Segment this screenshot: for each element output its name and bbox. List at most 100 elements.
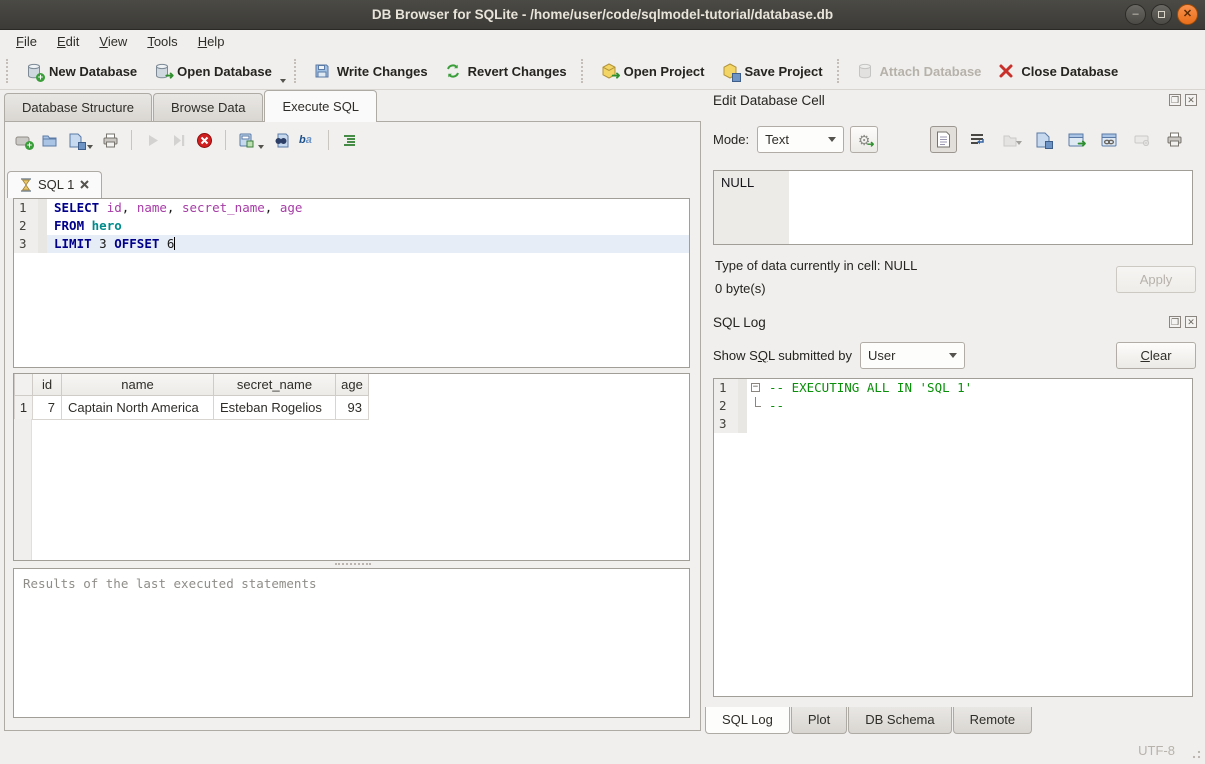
- results-message: Results of the last executed statements: [23, 576, 317, 591]
- revert-changes-button[interactable]: Revert Changes: [436, 58, 575, 84]
- apply-auto-button[interactable]: ⚙➜: [850, 126, 878, 153]
- sql-editor-tab[interactable]: SQL 1: [7, 171, 102, 198]
- save-project-icon: [721, 62, 739, 80]
- title-bar[interactable]: DB Browser for SQLite - /home/user/code/…: [0, 0, 1205, 30]
- text-cursor: [174, 237, 175, 250]
- toolbar-drag-handle[interactable]: [581, 59, 586, 83]
- minimize-button-icon[interactable]: –: [1125, 4, 1146, 25]
- column-header-id[interactable]: id: [33, 374, 62, 395]
- open-sql-file-icon[interactable]: [41, 132, 58, 149]
- link-button[interactable]: [1095, 126, 1122, 153]
- print-cell-icon: [1166, 131, 1183, 148]
- stop-icon[interactable]: [196, 132, 213, 149]
- toolbar-drag-handle[interactable]: [294, 59, 299, 83]
- cell-secret-name[interactable]: Esteban Rogelios: [214, 395, 336, 419]
- tab-database-structure[interactable]: Database Structure: [4, 93, 152, 122]
- editor-line-current: 3 LIMIT 3 OFFSET 6: [14, 235, 689, 253]
- menu-view[interactable]: View: [89, 31, 137, 52]
- dock-tab-sql-log[interactable]: SQL Log: [705, 707, 790, 734]
- filter-combobox[interactable]: User: [860, 342, 965, 369]
- table-row[interactable]: 1 7 Captain North America Esteban Rogeli…: [15, 395, 369, 419]
- dock-tab-db-schema[interactable]: DB Schema: [848, 707, 951, 734]
- grid-corner: [15, 374, 33, 395]
- open-external-button[interactable]: ➜: [1062, 126, 1089, 153]
- cell-value: NULL: [714, 171, 789, 244]
- save-project-label: Save Project: [745, 64, 823, 79]
- mode-combobox[interactable]: Text: [757, 126, 844, 153]
- tab-execute-sql[interactable]: Execute SQL: [264, 90, 377, 122]
- text-document-icon: [936, 131, 951, 148]
- log-line: 1 − -- EXECUTING ALL IN 'SQL 1': [714, 379, 1192, 397]
- print-cell-button[interactable]: [1161, 126, 1188, 153]
- splitter-handle[interactable]: [335, 563, 371, 567]
- dock-tab-remote[interactable]: Remote: [953, 707, 1033, 734]
- encoding-indicator[interactable]: UTF-8: [1138, 743, 1175, 758]
- close-tab-icon[interactable]: [80, 180, 89, 189]
- mode-value: Text: [765, 132, 789, 147]
- open-database-button[interactable]: ➜ Open Database: [145, 58, 280, 84]
- edit-cell-mode-row: Mode: Text ⚙➜: [713, 126, 878, 153]
- open-project-label: Open Project: [624, 64, 705, 79]
- dock-tab-plot[interactable]: Plot: [791, 707, 847, 734]
- menu-help[interactable]: Help: [188, 31, 235, 52]
- new-sql-tab-icon[interactable]: +: [15, 132, 32, 149]
- fold-marker-icon[interactable]: −: [751, 383, 760, 392]
- export-file-icon: [1036, 132, 1050, 148]
- column-header-name[interactable]: name: [62, 374, 214, 395]
- dock-float-icon[interactable]: ❐: [1169, 316, 1181, 328]
- results-message-pane[interactable]: Results of the last executed statements: [13, 568, 690, 718]
- print-sql-icon[interactable]: [102, 132, 119, 149]
- filter-label: Show SQL submitted by: [713, 348, 852, 363]
- close-database-button[interactable]: Close Database: [989, 58, 1126, 84]
- toolbar-separator: [328, 130, 329, 150]
- font-icon[interactable]: ba: [299, 132, 316, 149]
- cell-value-editor[interactable]: NULL: [713, 170, 1193, 245]
- new-database-label: New Database: [49, 64, 137, 79]
- toolbar-separator: [225, 130, 226, 150]
- menu-file[interactable]: File: [6, 31, 47, 52]
- find-icon[interactable]: [273, 132, 290, 149]
- cell-age[interactable]: 93: [336, 395, 369, 419]
- attach-database-icon: [856, 62, 874, 80]
- save-sql-file-icon[interactable]: [67, 132, 84, 149]
- close-button-icon[interactable]: ✕: [1177, 4, 1198, 25]
- save-results-icon[interactable]: [238, 132, 255, 149]
- dock-float-icon[interactable]: ❐: [1169, 94, 1181, 106]
- cell-id[interactable]: 7: [33, 395, 62, 419]
- dock-close-icon[interactable]: ✕: [1185, 316, 1197, 328]
- sql-code-editor[interactable]: 1 SELECT id, name, secret_name, age 2 FR…: [13, 198, 690, 368]
- new-database-button[interactable]: + New Database: [17, 58, 145, 84]
- grid-header-row: id name secret_name age: [15, 374, 369, 395]
- menu-tools[interactable]: Tools: [137, 31, 187, 52]
- maximize-button-icon[interactable]: [1151, 4, 1172, 25]
- main-toolbar: + New Database ➜ Open Database Write Cha…: [0, 53, 1205, 90]
- line-number: 3: [714, 415, 738, 433]
- set-null-button: [1128, 126, 1155, 153]
- write-changes-button[interactable]: Write Changes: [305, 58, 436, 84]
- open-database-dropdown-icon[interactable]: [280, 79, 286, 83]
- menu-edit[interactable]: Edit: [47, 31, 89, 52]
- save-sql-dropdown-icon[interactable]: [87, 145, 93, 149]
- revert-changes-label: Revert Changes: [468, 64, 567, 79]
- apply-button: Apply: [1116, 266, 1196, 293]
- format-sql-icon[interactable]: [341, 132, 358, 149]
- column-header-secret-name[interactable]: secret_name: [214, 374, 336, 395]
- save-project-button[interactable]: Save Project: [713, 58, 831, 84]
- export-file-button[interactable]: [1029, 126, 1056, 153]
- sql-log-editor[interactable]: 1 − -- EXECUTING ALL IN 'SQL 1' 2 -- 3: [713, 378, 1193, 697]
- cell-name[interactable]: Captain North America: [62, 395, 214, 419]
- resize-grip[interactable]: [1189, 747, 1201, 759]
- save-results-dropdown-icon[interactable]: [258, 145, 264, 149]
- clear-button[interactable]: Clear: [1116, 342, 1196, 369]
- dock-close-icon[interactable]: ✕: [1185, 94, 1197, 106]
- text-document-button[interactable]: [930, 126, 957, 153]
- open-project-button[interactable]: ➜ Open Project: [592, 58, 713, 84]
- column-header-age[interactable]: age: [336, 374, 369, 395]
- sql-log-filter-row: Show SQL submitted by User Clear: [713, 342, 1196, 369]
- toolbar-drag-handle[interactable]: [837, 59, 842, 83]
- write-changes-icon: [313, 62, 331, 80]
- tab-browse-data[interactable]: Browse Data: [153, 93, 263, 122]
- toolbar-drag-handle[interactable]: [6, 59, 11, 83]
- word-wrap-button[interactable]: [963, 126, 990, 153]
- results-grid[interactable]: id name secret_name age 1 7 Captain Nort…: [13, 373, 690, 561]
